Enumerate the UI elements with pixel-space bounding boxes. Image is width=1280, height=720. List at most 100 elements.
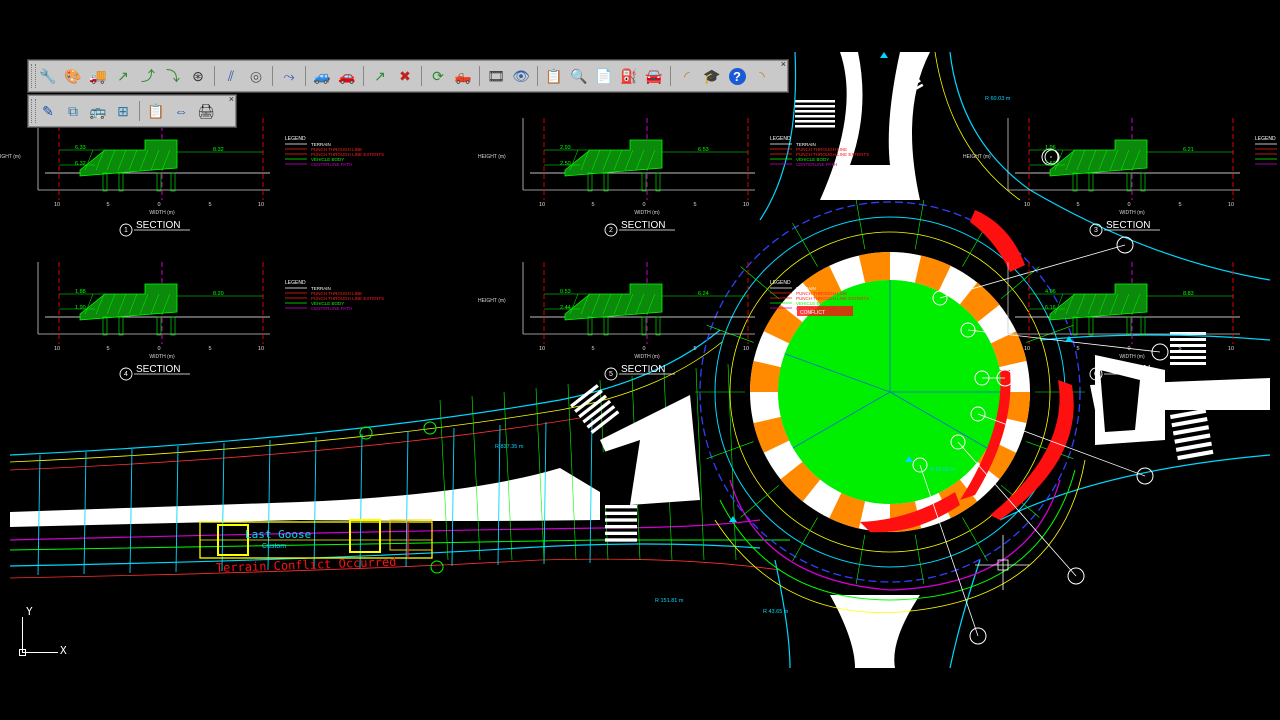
remove-path-button[interactable]: ✖ — [394, 65, 416, 87]
toolbar-grip[interactable] — [31, 99, 36, 123]
section-title: SECTION — [621, 220, 665, 231]
path-drive-button[interactable]: ⤵ — [162, 65, 184, 87]
add-vehicle-icon: 🚙 — [313, 68, 331, 84]
crosswalk-stripe — [605, 531, 637, 535]
section-tick-label: 5 — [208, 346, 211, 352]
car-view-button[interactable]: 🚘 — [643, 65, 665, 87]
radius-label: R 60.03 m — [985, 96, 1011, 102]
crosswalk-stripe — [605, 518, 637, 522]
steering-wheel-button[interactable]: ⊛ — [187, 65, 209, 87]
add-path-button[interactable]: ↗ — [369, 65, 391, 87]
section-dimension: 6.24 — [698, 291, 709, 297]
road-edge-line — [934, 51, 1021, 201]
crosswalk-stripe — [795, 100, 835, 103]
legend-title: LEGEND — [285, 280, 306, 286]
path-arrow-button[interactable]: ↗ — [112, 65, 134, 87]
crosswalk-stripe — [605, 505, 637, 509]
station-tick — [439, 399, 449, 561]
section-legend: LEGENDTERRAINPUNCH THROUGH LINEPUNCH THR… — [285, 136, 384, 167]
roundabout-button[interactable]: ◎ — [245, 65, 267, 87]
dimension-button[interactable]: ⇔ — [170, 100, 192, 122]
pencil-tool-icon: ✎ — [42, 103, 54, 119]
section-xaxis-label: WIDTH (m) — [1119, 354, 1145, 360]
station-tick — [855, 534, 866, 585]
road-edge-line — [1039, 334, 1271, 341]
stack-layers-button[interactable]: ⧉ — [62, 100, 84, 122]
corner-button[interactable]: ◜ — [676, 65, 698, 87]
section-dimension: 6.32 — [75, 161, 86, 167]
section-tick-label: 10 — [1024, 202, 1030, 208]
wheel-marker — [170, 172, 176, 192]
graduation-cap-button[interactable]: 🎓 — [701, 65, 723, 87]
south-splitter-island — [830, 595, 920, 668]
curve-edit-button[interactable]: ⤳ — [278, 65, 300, 87]
station-tick — [914, 534, 925, 585]
section-height-label: HEIGHT (m) — [0, 154, 21, 160]
section-number: 1 — [124, 227, 128, 234]
add-vehicle-button[interactable]: 🚙 — [311, 65, 333, 87]
drawing-canvas[interactable]: Last Goose Custom Terrain Conflict Occurre… — [0, 0, 1280, 720]
crosswalk-stripe — [1170, 350, 1206, 353]
report-search-button[interactable]: 🔍 — [568, 65, 590, 87]
section-dimension: 6.16 — [1045, 305, 1056, 311]
section-dimension: 2.50 — [560, 161, 571, 167]
corner-alt-button[interactable]: ◝ — [751, 65, 773, 87]
film-strip-icon: 🎞 — [487, 68, 505, 84]
fuel-button[interactable]: ⛽ — [618, 65, 640, 87]
help-button[interactable]: ? — [726, 65, 748, 87]
section-tick-label: 0 — [157, 202, 160, 208]
section-tick-label: 5 — [591, 346, 594, 352]
film-strip-button[interactable]: 🎞 — [485, 65, 507, 87]
report-search-icon: 🔍 — [570, 68, 588, 84]
crosswalk-stripe — [605, 538, 637, 542]
wrench-button[interactable]: 🔧 — [37, 65, 59, 87]
path-curve-button[interactable]: ⤴ — [137, 65, 159, 87]
eye-icon: 👁 — [512, 68, 530, 84]
section-xaxis-label: WIDTH (m) — [149, 354, 175, 360]
section-dimension: 1.88 — [75, 289, 86, 295]
clipboard-button[interactable]: 📋 — [145, 100, 167, 122]
road-lane-white — [10, 468, 600, 527]
legend-title: LEGEND — [285, 136, 306, 142]
crosswalk-stripe — [1170, 362, 1206, 365]
section-dimension: 1.96 — [1045, 145, 1056, 151]
palette-button[interactable]: 🎨 — [62, 65, 84, 87]
remove-vehicle-button[interactable]: 🚗 — [336, 65, 358, 87]
crosswalk-stripe — [1171, 416, 1208, 428]
section-number: 5 — [609, 371, 613, 378]
section-tick-label: 0 — [1127, 202, 1130, 208]
eye-button[interactable]: 👁 — [510, 65, 532, 87]
toolbar-separator — [305, 66, 306, 86]
toolbar-grip[interactable] — [31, 64, 36, 88]
crosswalk-stripe — [1172, 425, 1210, 436]
section-tick-label: 10 — [539, 346, 545, 352]
vehicle-view-button[interactable]: 🛻 — [452, 65, 474, 87]
vehicle-rear — [389, 519, 433, 551]
layer-grid-button[interactable]: ⊞ — [112, 100, 134, 122]
pencil-tool-button[interactable]: ✎ — [37, 100, 59, 122]
report-button[interactable]: 📋 — [543, 65, 565, 87]
refresh-button[interactable]: ⟳ — [427, 65, 449, 87]
corner-icon: ◜ — [684, 68, 690, 84]
swept-path-button[interactable]: ⫽ — [220, 65, 242, 87]
printer-button[interactable]: 🖨 — [195, 100, 217, 122]
toolbar-close-button[interactable]: × — [229, 95, 234, 104]
section-tick-label: 5 — [1076, 202, 1079, 208]
vehicle-button[interactable]: 🚚 — [87, 65, 109, 87]
section-tick-label: 5 — [1178, 202, 1181, 208]
vehicle-profile-button[interactable]: 🚌 — [87, 100, 109, 122]
toolbar-close-button[interactable]: × — [781, 60, 786, 69]
section-tick-label: 10 — [1228, 346, 1234, 352]
document-button[interactable]: 📄 — [593, 65, 615, 87]
radius-label: R 837.35 m — [495, 444, 524, 450]
toolbar-separator — [139, 101, 140, 121]
section-title: SECTION — [1106, 364, 1150, 375]
wheel-marker — [603, 316, 609, 336]
section-tick-label: 10 — [54, 202, 60, 208]
section-tick-label: 5 — [1076, 346, 1079, 352]
crosswalk-stripe — [1175, 441, 1212, 452]
section-height-label: HEIGHT (m) — [478, 154, 506, 160]
toolbar-separator — [479, 66, 480, 86]
section-dimension: 8.32 — [213, 147, 224, 153]
crosswalk-stripe — [1170, 356, 1206, 359]
